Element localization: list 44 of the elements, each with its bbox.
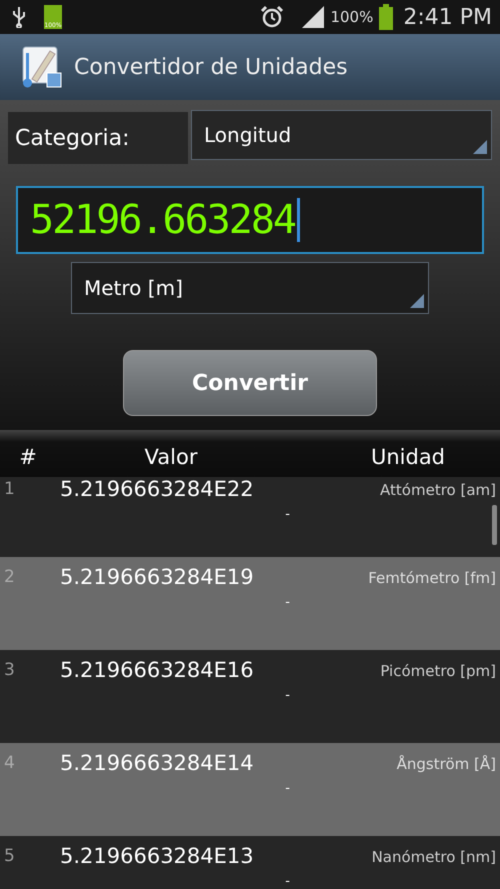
unit-name: Picómetro [pm] <box>380 661 496 680</box>
usb-icon <box>12 6 26 28</box>
convert-button[interactable]: Convertir <box>123 350 377 416</box>
ruler-thermometer-icon <box>20 45 62 89</box>
unit-name: Femtómetro [fm] <box>368 568 496 587</box>
app-title: Convertidor de Unidades <box>74 54 348 80</box>
result-value: 5.2196663284E14 <box>60 751 255 775</box>
column-header: Unidad <box>370 445 446 469</box>
unit-name: Ångström [Å] <box>396 754 496 773</box>
result-row[interactable]: 2 5.2196663284E19 - Femtómetro [fm] <box>0 557 500 650</box>
number-input-field[interactable]: 52196.663284 <box>16 186 484 254</box>
result-value: 5.2196663284E13 <box>60 844 255 868</box>
category-dropdown[interactable]: Longitud <box>191 110 492 160</box>
alarm-clock-icon <box>260 5 284 29</box>
result-row[interactable]: 4 5.2196663284E14 - Ångström [Å] <box>0 743 500 836</box>
dash-text: - <box>285 507 290 522</box>
column-header: Valor <box>144 445 198 469</box>
unit-name: Nanómetro [nm] <box>372 847 496 866</box>
result-value: 5.2196663284E16 <box>60 658 255 682</box>
unit-name: Attómetro [am] <box>380 480 496 499</box>
battery-icon <box>379 4 394 30</box>
category-label: Categoria: <box>8 112 188 164</box>
row-number: 2 <box>4 566 16 589</box>
scrollbar <box>492 505 497 545</box>
result-row[interactable]: 1 5.2196663284E22 - Attómetro [am] <box>0 477 500 557</box>
battery-percent: 100% <box>330 8 374 26</box>
dash-text: - <box>285 874 290 889</box>
row-number: 1 <box>4 478 16 501</box>
dash-text: - <box>285 595 290 610</box>
result-value: 5.2196663284E19 <box>60 565 255 589</box>
row-number: 4 <box>4 752 16 775</box>
clock-time: 2:41 PM <box>403 4 492 30</box>
dropdown-corner-icon <box>473 140 487 154</box>
unit-dropdown[interactable]: Metro [m] <box>71 262 429 314</box>
result-row[interactable]: 3 5.2196663284E16 - Picómetro [pm] <box>0 650 500 743</box>
signal-icon <box>300 6 324 28</box>
dash-text: - <box>285 688 290 703</box>
dropdown-corner-icon <box>410 294 424 308</box>
column-header: # <box>18 445 38 469</box>
result-row[interactable]: 5 5.2196663284E13 - Nanómetro [nm] <box>0 836 500 889</box>
dash-text: - <box>285 781 290 796</box>
row-number: 5 <box>4 845 16 868</box>
row-number: 3 <box>4 659 16 682</box>
result-value: 5.2196663284E22 <box>60 477 255 501</box>
